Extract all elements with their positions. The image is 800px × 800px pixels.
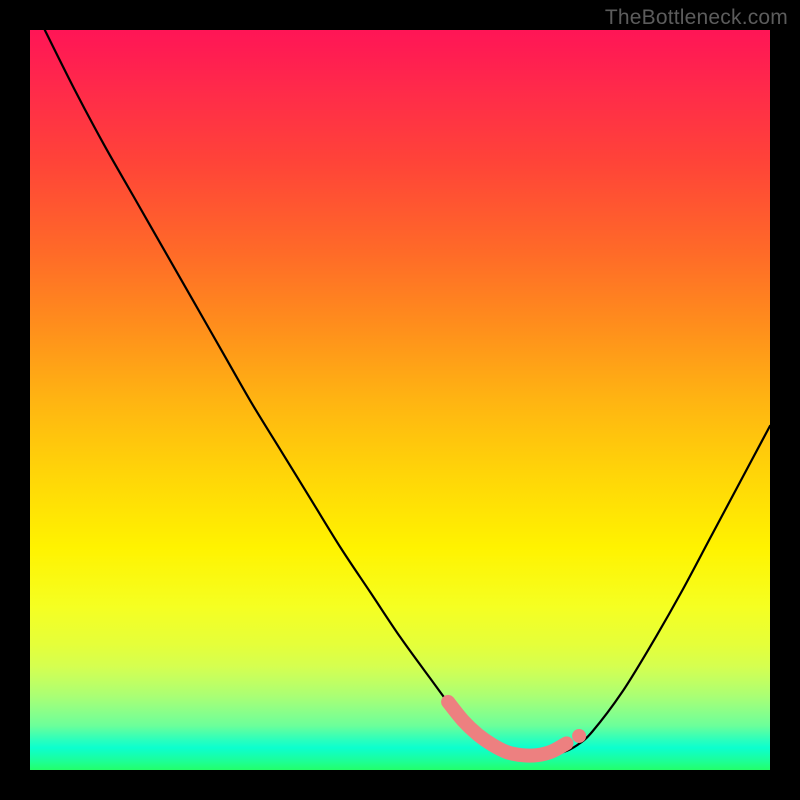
valley-highlight [448,702,566,756]
bottleneck-chart-svg [30,30,770,770]
valley-end-dot [572,729,586,743]
chart-frame: TheBottleneck.com [0,0,800,800]
bottleneck-curve [45,30,770,756]
plot-area [30,30,770,770]
watermark-text: TheBottleneck.com [605,6,788,30]
